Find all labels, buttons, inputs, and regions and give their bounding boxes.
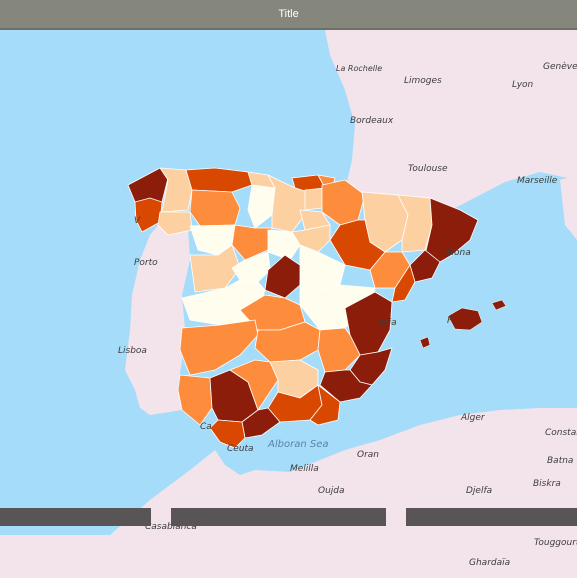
label-batna: Batna <box>547 456 574 466</box>
label-limoges: Limoges <box>404 76 442 86</box>
label-biskra: Biskra <box>533 479 561 489</box>
label-ceuta: Ceuta <box>227 444 254 454</box>
label-geneve: Genève <box>543 62 577 72</box>
map-view[interactable]: La Rochelle Limoges Lyon Genève Bordeaux… <box>0 30 577 578</box>
label-djelfa: Djelfa <box>466 486 493 496</box>
label-bordeaux: Bordeaux <box>350 116 394 126</box>
window-title: Title <box>278 8 299 20</box>
label-touggourt: Touggourt <box>534 538 577 548</box>
label-alger: Alger <box>461 413 485 423</box>
label-constantine-partial: Constar <box>545 428 577 438</box>
label-porto: Porto <box>134 258 158 268</box>
label-cadiz-partial: Ca <box>200 422 212 432</box>
label-vigo-partial: V <box>134 216 141 226</box>
label-la-rochelle: La Rochelle <box>336 64 383 73</box>
label-ghardaia: Ghardaïa <box>469 558 511 568</box>
label-alboran-sea: Alboran Sea <box>268 439 329 450</box>
label-oujda: Oujda <box>318 486 345 496</box>
label-lisboa: Lisboa <box>118 346 147 356</box>
overlay-bar-middle <box>171 508 386 526</box>
label-valencia-partial: ncia <box>378 318 397 328</box>
title-bar: Title <box>0 0 577 30</box>
label-barcelona-partial: elona <box>446 248 471 258</box>
label-oran: Oran <box>357 450 380 460</box>
region-leon <box>189 189 241 227</box>
label-toulouse: Toulouse <box>408 164 448 174</box>
label-melilla: Melilla <box>290 464 319 474</box>
label-lyon: Lyon <box>512 80 534 90</box>
overlay-bar-right <box>406 508 577 526</box>
region-asturias <box>185 167 253 193</box>
overlay-bar-left <box>0 508 151 526</box>
label-marseille: Marseille <box>517 176 558 186</box>
label-palma-partial: P <box>447 316 453 326</box>
